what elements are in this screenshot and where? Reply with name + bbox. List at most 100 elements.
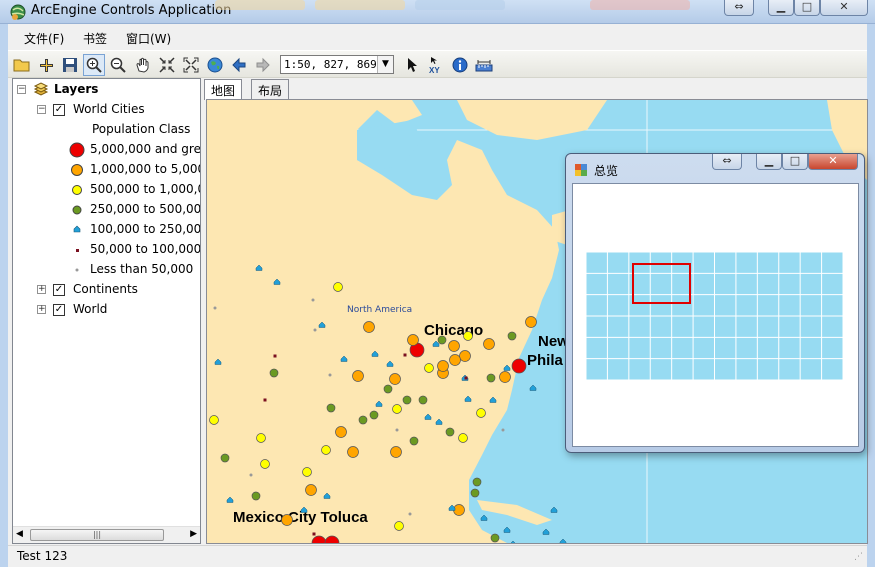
city-point	[321, 445, 331, 455]
overview-map[interactable]	[572, 183, 859, 447]
add-data-icon[interactable]	[35, 54, 57, 76]
city-point	[313, 328, 317, 332]
scroll-thumb[interactable]: |||	[30, 529, 164, 541]
legend-class-label: 50,000 to 100,000	[90, 242, 201, 256]
collapse-icon[interactable]: −	[37, 105, 46, 114]
zoom-in-icon[interactable]	[83, 54, 105, 76]
city-point	[402, 395, 412, 405]
overview-close-button[interactable]: ✕	[808, 154, 858, 170]
minimize-button[interactable]: ▁	[768, 0, 794, 16]
xy-locate-icon[interactable]: XY	[425, 54, 447, 76]
overview-map-canvas[interactable]	[573, 184, 858, 446]
expand-icon[interactable]: +	[37, 305, 46, 314]
city-point	[383, 384, 393, 394]
save-document-icon[interactable]	[59, 54, 81, 76]
layer-visibility-checkbox[interactable]: ✓	[53, 284, 65, 296]
city-point	[281, 514, 293, 526]
scroll-right-icon[interactable]: ▶	[190, 529, 197, 539]
overview-maximize-button[interactable]: □	[782, 154, 808, 170]
city-point	[501, 428, 505, 432]
toc-layer-continents[interactable]: + ✓ Continents	[13, 281, 200, 299]
city-point	[437, 335, 447, 345]
scroll-left-icon[interactable]: ◀	[16, 529, 23, 539]
menu-bar: 文件(F) 书签 窗口(W)	[8, 24, 867, 50]
toc-layer-world[interactable]: + ✓ World	[13, 301, 200, 319]
resize-grip-icon[interactable]: ⋰	[854, 552, 863, 562]
city-point	[449, 354, 461, 366]
maximize-button[interactable]: □	[794, 0, 820, 16]
legend-class-row[interactable]: 50,000 to 100,000	[13, 241, 200, 259]
toc-horizontal-scrollbar[interactable]: ◀ ||| ▶	[13, 526, 200, 543]
select-arrow-icon[interactable]	[401, 54, 423, 76]
city-point	[369, 410, 379, 420]
layers-stack-icon	[33, 82, 49, 96]
forward-arrow-icon[interactable]	[252, 54, 274, 76]
legend-class-row[interactable]: 250,000 to 500,000	[13, 201, 200, 219]
city-point	[490, 533, 500, 543]
city-point	[392, 404, 402, 414]
legend-class-label: 500,000 to 1,000,000	[90, 182, 200, 196]
layer-visibility-checkbox[interactable]: ✓	[53, 104, 65, 116]
status-bar: Test 123 ⋰	[8, 545, 867, 567]
legend-class-row[interactable]: 500,000 to 1,000,000	[13, 181, 200, 199]
city-point	[463, 331, 473, 341]
legend-symbol-icon	[71, 164, 83, 176]
menu-file[interactable]: 文件(F)	[24, 30, 64, 47]
blurred-taskbar-item	[315, 0, 405, 10]
city-point	[326, 403, 336, 413]
restore-size-icon[interactable]: ⇔	[712, 154, 742, 170]
window-title: ArcEngine Controls Application	[31, 3, 232, 18]
city-point	[352, 370, 364, 382]
city-point	[445, 427, 455, 437]
fixed-zoom-out-icon[interactable]	[180, 54, 202, 76]
restore-size-icon[interactable]: ⇔	[724, 0, 754, 16]
city-point	[249, 473, 253, 477]
city-point	[273, 354, 277, 358]
app-globe-icon	[10, 4, 26, 20]
fixed-zoom-in-icon[interactable]	[156, 54, 178, 76]
close-button[interactable]: ✕	[820, 0, 868, 16]
city-point	[409, 436, 419, 446]
city-point	[363, 321, 375, 333]
menu-bookmarks[interactable]: 书签	[83, 30, 107, 47]
city-point	[499, 371, 511, 383]
back-arrow-icon[interactable]	[228, 54, 250, 76]
identify-info-icon[interactable]	[449, 54, 471, 76]
pan-hand-icon[interactable]	[132, 54, 154, 76]
layer-visibility-checkbox[interactable]: ✓	[53, 304, 65, 316]
legend-class-row[interactable]: 5,000,000 and greater	[13, 141, 200, 159]
collapse-icon[interactable]: −	[17, 85, 26, 94]
city-point	[220, 453, 230, 463]
city-point	[302, 467, 312, 477]
city-point	[394, 521, 404, 531]
city-point	[347, 446, 359, 458]
full-extent-globe-icon[interactable]	[204, 54, 226, 76]
menu-window[interactable]: 窗口(W)	[126, 30, 171, 47]
status-text: Test 123	[17, 549, 68, 563]
measure-ruler-icon[interactable]	[473, 54, 495, 76]
overview-window[interactable]: 总览 ⇔ ▁ □ ✕	[565, 153, 865, 453]
legend-class-row[interactable]: 100,000 to 250,000	[13, 221, 200, 239]
city-point	[486, 373, 496, 383]
map-scale-select[interactable]: 1:50, 827, 869 ▼	[280, 55, 394, 74]
map-label-mexico-city: Mexico City Toluca	[233, 509, 368, 526]
toc-root-row[interactable]: − Layers	[13, 81, 200, 99]
city-point	[408, 512, 412, 516]
city-point	[312, 532, 316, 536]
legend-class-row[interactable]: Less than 50,000	[13, 261, 200, 279]
city-point	[256, 433, 266, 443]
overview-minimize-button[interactable]: ▁	[756, 154, 782, 170]
city-point	[476, 408, 486, 418]
zoom-out-icon[interactable]	[107, 54, 129, 76]
city-point	[424, 363, 434, 373]
legend-class-row[interactable]: 1,000,000 to 5,000,000	[13, 161, 200, 179]
city-point	[483, 338, 495, 350]
open-document-icon[interactable]	[11, 54, 33, 76]
chevron-down-icon[interactable]: ▼	[377, 56, 393, 73]
city-point	[395, 428, 399, 432]
tab-map[interactable]: 地图	[204, 79, 243, 100]
tab-layout[interactable]: 布局	[251, 79, 290, 99]
map-label-north-america: North America	[347, 305, 412, 315]
toc-layer-world-cities[interactable]: − ✓ World Cities	[13, 101, 200, 119]
expand-icon[interactable]: +	[37, 285, 46, 294]
